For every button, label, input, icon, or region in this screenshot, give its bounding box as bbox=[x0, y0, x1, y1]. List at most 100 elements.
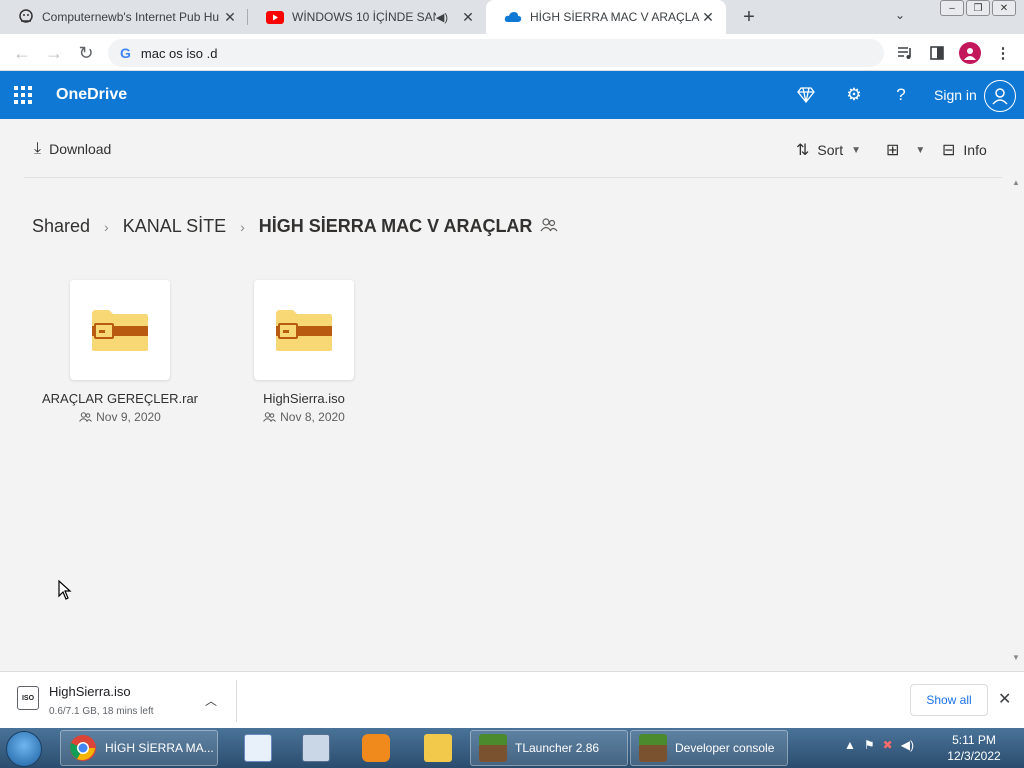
file-thumbnail[interactable] bbox=[254, 280, 354, 380]
media-player-icon bbox=[362, 734, 390, 762]
system-tray: ▲ ⚑ ✖ ◀) bbox=[844, 738, 914, 752]
youtube-icon bbox=[266, 10, 284, 24]
breadcrumb-item-shared[interactable]: Shared bbox=[32, 216, 90, 237]
shared-people-icon bbox=[79, 412, 93, 422]
show-hidden-icons-icon[interactable]: ▲ bbox=[844, 738, 856, 752]
scroll-down-arrow-icon[interactable]: ▼ bbox=[1012, 653, 1020, 662]
minecraft-grass-icon bbox=[639, 734, 667, 762]
sort-label: Sort bbox=[817, 142, 844, 158]
chevron-right-icon: › bbox=[240, 218, 245, 235]
chevron-up-icon[interactable]: ︿ bbox=[205, 692, 217, 709]
taskbar-app-developer-console[interactable]: Developer console bbox=[630, 730, 788, 766]
reload-icon[interactable]: ↻ bbox=[74, 41, 98, 65]
file-tile[interactable]: HighSierra.iso Nov 8, 2020 bbox=[224, 280, 384, 424]
file-modified-date: Nov 9, 2020 bbox=[40, 410, 200, 424]
scroll-up-arrow-icon[interactable]: ▲ bbox=[1012, 178, 1020, 187]
minecraft-grass-icon bbox=[479, 734, 507, 762]
mouse-cursor-icon bbox=[58, 580, 72, 600]
grid-view-icon: ⊞ bbox=[886, 142, 900, 159]
action-center-icon[interactable]: ⚑ bbox=[864, 738, 875, 752]
download-progress-status: 0.6/7.1 GB, 18 mins left bbox=[49, 706, 154, 717]
close-tab-icon[interactable]: ✕ bbox=[222, 9, 238, 25]
info-label: Info bbox=[963, 142, 987, 158]
sign-in-link[interactable]: Sign in bbox=[934, 87, 977, 103]
settings-gear-icon[interactable]: ⚙ bbox=[842, 83, 866, 107]
tab-search-icon[interactable]: ⌄ bbox=[895, 8, 905, 22]
file-tile[interactable]: ARAÇLAR GEREÇLER.rar Nov 9, 2020 bbox=[40, 280, 200, 424]
taskbar-app-tlauncher[interactable]: TLauncher 2.86 bbox=[470, 730, 628, 766]
address-bar[interactable]: G mac os iso .d bbox=[108, 39, 884, 67]
taskbar-app-media-player[interactable] bbox=[354, 730, 390, 766]
browser-tab-2[interactable]: WİNDOWS 10 İÇİNDE SANAL ◀) ✕ bbox=[248, 0, 486, 34]
info-button[interactable]: ⊟ Info bbox=[942, 140, 987, 160]
taskbar-app-keyboard[interactable] bbox=[294, 730, 330, 766]
chevron-down-icon: ▼ bbox=[915, 144, 926, 156]
user-avatar-icon[interactable] bbox=[984, 80, 1016, 112]
taskbar-app-chrome[interactable]: HİGH SİERRA MA... bbox=[60, 730, 218, 766]
info-panel-icon: ⊟ bbox=[942, 142, 956, 159]
taskbar-app-explorer[interactable] bbox=[416, 730, 456, 766]
chevron-down-icon: ▼ bbox=[851, 144, 861, 156]
onedrive-brand[interactable]: OneDrive bbox=[56, 86, 127, 104]
volume-icon[interactable]: ◀) bbox=[901, 738, 914, 752]
download-button[interactable]: ⤓ Download bbox=[34, 140, 111, 158]
app-launcher-icon[interactable] bbox=[14, 86, 32, 104]
media-controls-icon[interactable] bbox=[894, 42, 916, 64]
browser-tab-active[interactable]: HİGH SİERRA MAC V ARAÇLAR - ✕ bbox=[486, 0, 726, 34]
profile-avatar[interactable] bbox=[959, 42, 981, 64]
folder-zip-icon bbox=[276, 310, 332, 351]
close-window-button[interactable]: ✕ bbox=[992, 0, 1016, 16]
on-screen-keyboard-icon bbox=[302, 734, 330, 762]
show-all-button[interactable]: Show all bbox=[910, 684, 988, 716]
vertical-scrollbar[interactable]: ▲ ▼ bbox=[1008, 176, 1024, 664]
divider bbox=[236, 680, 237, 722]
close-tab-icon[interactable]: ✕ bbox=[460, 9, 476, 25]
breadcrumb-current-folder: HİGH SİERRA MAC V ARAÇLAR bbox=[258, 216, 533, 236]
file-thumbnail[interactable] bbox=[70, 280, 170, 380]
view-options-button[interactable]: ⊞ ▼ bbox=[886, 140, 925, 160]
speaker-icon[interactable]: ◀) bbox=[436, 11, 448, 24]
premium-diamond-icon[interactable] bbox=[794, 83, 818, 107]
start-button[interactable] bbox=[6, 731, 42, 767]
chevron-right-icon: › bbox=[104, 218, 109, 235]
address-text: mac os iso .d bbox=[140, 45, 218, 61]
date-text: Nov 8, 2020 bbox=[280, 410, 345, 424]
network-error-icon[interactable]: ✖ bbox=[883, 738, 893, 752]
date-text: Nov 9, 2020 bbox=[96, 410, 161, 424]
tab-title: HİGH SİERRA MAC V ARAÇLAR - bbox=[530, 10, 700, 24]
taskbar-app-label: Developer console bbox=[675, 741, 775, 755]
taskbar-app-label: TLauncher 2.86 bbox=[515, 741, 600, 755]
tab-title: WİNDOWS 10 İÇİNDE SANAL bbox=[292, 10, 436, 24]
new-tab-button[interactable]: + bbox=[737, 5, 761, 29]
chrome-icon bbox=[70, 735, 96, 761]
google-icon: G bbox=[120, 45, 131, 61]
file-name[interactable]: HighSierra.iso bbox=[224, 391, 384, 406]
breadcrumb: Shared › KANAL SİTE › HİGH SİERRA MAC V … bbox=[32, 216, 558, 237]
command-bar: ⤓ Download ⇅ Sort ▼ ⊞ ▼ ⊟ Info bbox=[24, 128, 1002, 178]
browser-tab-1[interactable]: Computernewb's Internet Pub Hu ✕ bbox=[0, 0, 248, 34]
download-icon: ⤓ bbox=[34, 140, 42, 157]
sort-button[interactable]: ⇅ Sort ▼ bbox=[796, 140, 861, 160]
folder-zip-icon bbox=[92, 310, 148, 351]
side-panel-icon[interactable] bbox=[926, 42, 948, 64]
restore-button[interactable]: ❐ bbox=[966, 0, 990, 16]
shared-people-icon bbox=[540, 218, 558, 235]
minimize-button[interactable]: – bbox=[940, 0, 964, 16]
close-icon[interactable]: ✕ bbox=[998, 689, 1011, 709]
kebab-menu-icon[interactable]: ⋮ bbox=[992, 42, 1014, 64]
file-name[interactable]: ARAÇLAR GEREÇLER.rar bbox=[40, 391, 200, 406]
download-label: Download bbox=[49, 141, 112, 157]
file-modified-date: Nov 8, 2020 bbox=[224, 410, 384, 424]
download-file-name[interactable]: HighSierra.iso bbox=[49, 684, 131, 699]
file-explorer-icon bbox=[424, 734, 452, 762]
forward-arrow-icon[interactable]: → bbox=[42, 41, 66, 65]
back-arrow-icon[interactable]: ← bbox=[10, 41, 34, 65]
clock-time: 5:11 PM bbox=[952, 733, 996, 747]
taskbar-app-wordpad[interactable] bbox=[236, 730, 272, 766]
taskbar-clock[interactable]: 5:11 PM 12/3/2022 bbox=[942, 732, 1006, 764]
clock-date: 12/3/2022 bbox=[947, 749, 1001, 763]
help-icon[interactable]: ? bbox=[889, 83, 913, 107]
iso-file-icon[interactable]: ISO bbox=[17, 686, 39, 710]
close-tab-icon[interactable]: ✕ bbox=[700, 9, 716, 25]
breadcrumb-item-kanal-site[interactable]: KANAL SİTE bbox=[123, 216, 226, 237]
